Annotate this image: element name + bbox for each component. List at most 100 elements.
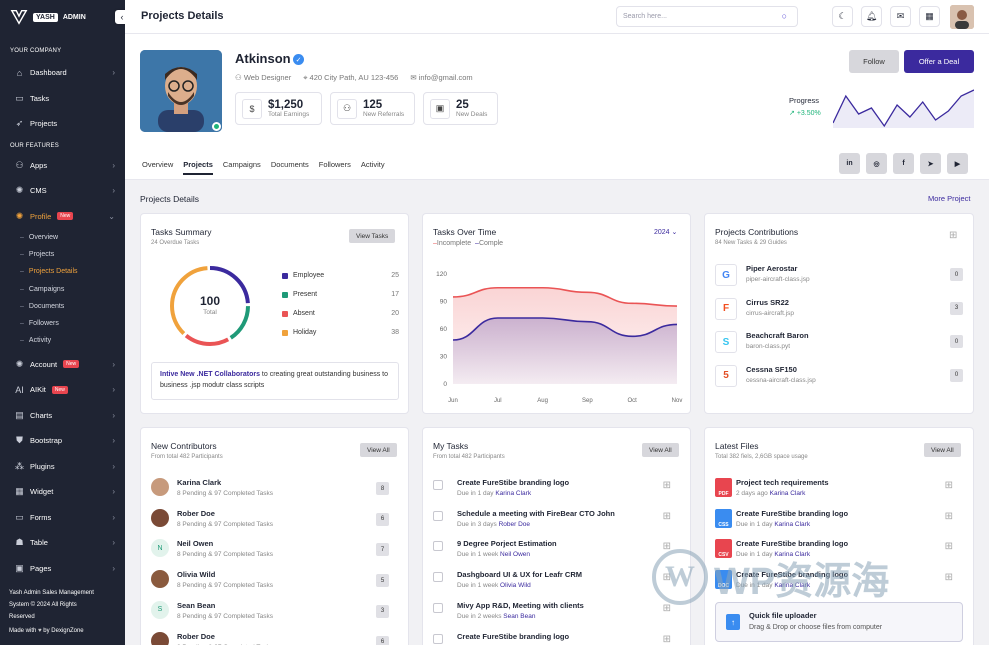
linkedin-button[interactable]: in — [839, 153, 860, 174]
dark-mode-button[interactable]: ☾ — [832, 6, 853, 27]
year-select[interactable]: 2024 ⌄ — [654, 228, 677, 236]
sidebar-item-pages[interactable]: ▣ Pages › — [0, 555, 125, 581]
contribution-item[interactable]: F Cirrus SR22 cirrus-aircraft.jsp 3 — [715, 296, 963, 322]
task-checkbox[interactable] — [433, 572, 443, 583]
search-icon[interactable]: ○ — [782, 11, 787, 21]
task-due: Due in 1 day Karina Clark — [457, 490, 531, 497]
card-title: Tasks Summary — [151, 227, 212, 237]
tab-overview[interactable]: Overview — [142, 160, 173, 175]
submenu-item-projects[interactable]: Projects — [0, 246, 125, 263]
sidebar-item-plugins[interactable]: ⁂ Plugins › — [0, 453, 125, 479]
contributor-item[interactable]: S Sean Bean 8 Pending & 97 Completed Tasks… — [151, 599, 399, 627]
sidebar-item-widget[interactable]: ▦ Widget › — [0, 479, 125, 505]
task-assignee[interactable]: Rober Doe — [499, 521, 530, 528]
facebook-button[interactable]: f — [893, 153, 914, 174]
tab-campaigns[interactable]: Campaigns — [223, 160, 261, 175]
grid-menu-icon[interactable]: ⊞ — [945, 572, 953, 583]
grid-menu-icon[interactable]: ⊞ — [663, 480, 671, 491]
instagram-icon: ◎ — [873, 160, 880, 168]
sidebar-item-dashboard[interactable]: ⌂ Dashboard › — [0, 60, 125, 86]
submenu-item-activity[interactable]: Activity — [0, 332, 125, 349]
sidebar-item-profile[interactable]: ✺ Profile New ⌄ — [0, 204, 125, 230]
tab-documents[interactable]: Documents — [271, 160, 309, 175]
task-assignee[interactable]: Karina Clark — [495, 490, 531, 497]
grid-menu-icon[interactable]: ⊞ — [945, 511, 953, 522]
grid-menu-icon[interactable]: ⊞ — [945, 480, 953, 491]
view-all-button[interactable]: View All — [360, 443, 397, 457]
sidebar-item-projects[interactable]: ➶ Projects — [0, 111, 125, 137]
submenu-item-followers[interactable]: Followers — [0, 315, 125, 332]
instagram-button[interactable]: ◎ — [866, 153, 887, 174]
tab-followers[interactable]: Followers — [319, 160, 351, 175]
brand[interactable]: YASH ADMIN — [0, 0, 125, 34]
sidebar-item-table[interactable]: ☗ Table › — [0, 530, 125, 556]
contributor-name: Olivia Wild — [177, 570, 216, 580]
submenu-item-documents[interactable]: Documents — [0, 298, 125, 315]
tab-projects[interactable]: Projects — [183, 160, 213, 175]
follow-button[interactable]: Follow — [849, 50, 899, 73]
contributor-item[interactable]: N Neil Owen 8 Pending & 97 Completed Tasks… — [151, 537, 399, 565]
chevron-right-icon: › — [112, 487, 115, 497]
contribution-item[interactable]: 5 Cessna SF150 cessna-aircraft-class.jsp 0 — [715, 363, 963, 389]
task-item: Create FureStibe branding logo Due in 1 d… — [433, 476, 681, 504]
youtube-button[interactable]: ▶ — [947, 153, 968, 174]
telegram-button[interactable]: ➤ — [920, 153, 941, 174]
view-tasks-button[interactable]: View Tasks — [349, 229, 396, 243]
tab-activity[interactable]: Activity — [361, 160, 385, 175]
sidebar-item-aikit[interactable]: AI AIKit New › — [0, 377, 125, 403]
more-project-link[interactable]: More Project — [928, 194, 971, 203]
grid-menu-icon[interactable]: ⊞ — [949, 230, 957, 241]
sidebar-item-charts[interactable]: ▤ Charts › — [0, 402, 125, 428]
file-item[interactable]: PDF Project tech requirements 2 days ago K… — [715, 476, 963, 504]
search-input[interactable]: Search here... ○ — [616, 6, 798, 27]
footer-by[interactable]: by DexignZone — [43, 628, 83, 634]
view-all-button[interactable]: View All — [924, 443, 961, 457]
sidebar-item-bootstrap[interactable]: ⛊ Bootstrap › — [0, 428, 125, 454]
grid-menu-icon[interactable]: ⊞ — [663, 634, 671, 645]
submenu-item-overview[interactable]: Overview — [0, 229, 125, 246]
task-checkbox[interactable] — [433, 541, 443, 552]
contributor-item[interactable]: Rober Doe8 Pending & 97 Completed Tasks6 — [151, 507, 399, 535]
contributor-item[interactable]: Olivia Wild 8 Pending & 97 Completed Task… — [151, 568, 399, 596]
submenu-item-projects-details[interactable]: Projects Details — [0, 263, 125, 280]
grid-menu-icon[interactable]: ⊞ — [663, 511, 671, 522]
task-checkbox[interactable] — [433, 510, 443, 521]
task-assignee[interactable]: Neil Owen — [500, 551, 530, 558]
profile-email[interactable]: info@gmail.com — [419, 73, 473, 82]
sidebar-item-label: Profile — [30, 211, 52, 221]
task-checkbox[interactable] — [433, 602, 443, 613]
sidebar-item-account[interactable]: ✺ Account New › — [0, 351, 125, 377]
contribution-item[interactable]: S Beachcraft Baron baron-class.pyt 0 — [715, 329, 963, 355]
messages-button[interactable]: ✉ — [890, 6, 911, 27]
task-assignee[interactable]: Olivia Wild — [500, 582, 531, 589]
notifications-button[interactable]: 🔔︎ — [861, 6, 882, 27]
offer-deal-button[interactable]: Offer a Deal — [904, 50, 974, 73]
project-name: Piper Aerostar — [746, 264, 798, 273]
file-item[interactable]: CSS Create FureStibe branding logo Due in … — [715, 507, 963, 535]
contribution-item[interactable]: G Piper Aerostar piper-aircraft-class.jsp 0 — [715, 262, 963, 288]
contributor-item[interactable]: Rober Doe8 Pending & 97 Completed Tasks6 — [151, 630, 399, 645]
user-avatar[interactable] — [950, 5, 974, 29]
sidebar-item-apps[interactable]: ⚇ Apps › — [0, 153, 125, 179]
grid-menu-icon[interactable]: ⊞ — [945, 541, 953, 552]
file-owner[interactable]: Karina Clark — [774, 521, 810, 528]
profile-meta: ⚇ Web Designer ⌖ 420 City Path, AU 123-4… — [235, 73, 473, 83]
sidebar-item-label: Dashboard — [30, 68, 67, 78]
file-owner[interactable]: Karina Clark — [770, 490, 806, 497]
plugin-icon: ⁂ — [15, 460, 24, 471]
sidebar-item-tasks[interactable]: ▭ Tasks — [0, 86, 125, 112]
task-checkbox[interactable] — [433, 633, 443, 644]
task-checkbox[interactable] — [433, 480, 443, 490]
contributor-item[interactable]: Karina Clark 8 Pending & 97 Completed Tas… — [151, 476, 399, 504]
sidebar-item-cms[interactable]: ✺ CMS › — [0, 178, 125, 204]
task-due-text: Due in 1 day — [457, 490, 494, 497]
sidebar-item-forms[interactable]: ▭ Forms › — [0, 504, 125, 530]
task-assignee[interactable]: Sean Bean — [503, 613, 535, 620]
sidebar-item-label: Tasks — [30, 93, 50, 103]
view-all-button[interactable]: View All — [642, 443, 679, 457]
file-uploader[interactable]: ↑ Quick file uploader Drag & Drop or cho… — [715, 602, 963, 642]
submenu-item-campaigns[interactable]: Campaigns — [0, 281, 125, 298]
calendar-button[interactable]: ▦ — [919, 6, 940, 27]
user-avatar-image — [950, 5, 974, 29]
notice-link[interactable]: Intive New .NET Collaborators — [160, 371, 260, 378]
